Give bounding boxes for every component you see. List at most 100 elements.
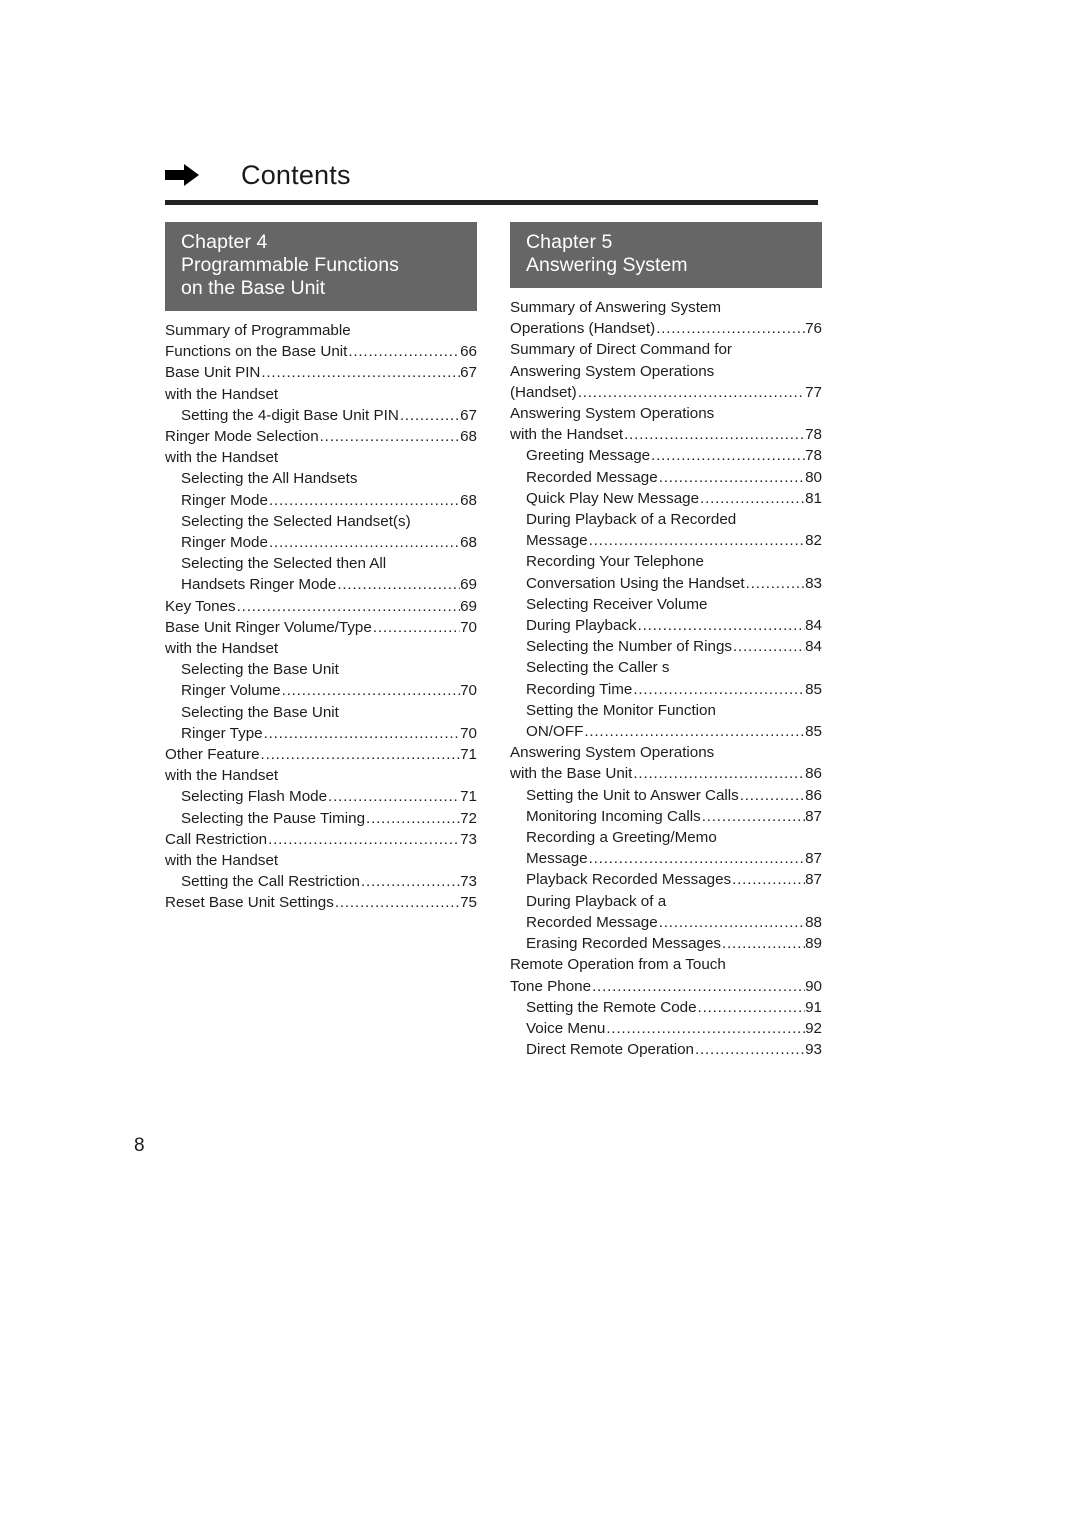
toc-entry[interactable]: Ringer Mode Selection...................… [165,426,477,447]
toc-entry[interactable]: Selecting Flash Mode....................… [165,786,477,807]
toc-entry[interactable]: with the Base Unit......................… [510,763,822,784]
toc-entry[interactable]: with the Handset........................… [510,424,822,445]
toc-entry-label: Recording Your Telephone [526,553,704,571]
toc-entry[interactable]: Summary of Programmable.................… [165,320,477,341]
toc-entry[interactable]: with the Handset........................… [165,638,477,659]
toc-entry[interactable]: During Playback of a....................… [510,891,822,912]
toc-entry-page-number: 85 [805,680,822,698]
toc-entry-page-number: 82 [805,532,822,550]
toc-entry[interactable]: Selecting the All Handsets..............… [165,468,477,489]
toc-entry[interactable]: Playback Recorded Messages..............… [510,869,822,890]
toc-entry[interactable]: with the Handset........................… [165,384,477,405]
toc-entry-label: Ringer Volume [181,682,281,700]
chapter-label-5: Chapter [526,231,597,253]
toc-entry[interactable]: Erasing Recorded Messages...............… [510,933,822,954]
toc-entry[interactable]: Direct Remote Operation.................… [510,1039,822,1060]
toc-entry[interactable]: Answering System Operations.............… [510,742,822,763]
toc-entry-page-number: 67 [460,364,477,382]
toc-entry-page-number: 78 [805,426,822,444]
toc-entry[interactable]: Call Restriction........................… [165,829,477,850]
toc-entry[interactable]: Functions on the Base Unit..............… [165,341,477,362]
toc-entry[interactable]: Selecting Receiver Volume...............… [510,594,822,615]
toc-entry[interactable]: Setting the 4-digit Base Unit PIN.......… [165,405,477,426]
toc-entry[interactable]: Remote Operation from a Touch...........… [510,954,822,975]
toc-entry[interactable]: Message.................................… [510,848,822,869]
toc-entry[interactable]: Monitoring Incoming Calls...............… [510,806,822,827]
toc-entry[interactable]: Voice Menu..............................… [510,1018,822,1039]
toc-entry[interactable]: Base Unit Ringer Volume/Type............… [165,617,477,638]
chapter-number-5: 5 [601,231,613,253]
toc-entry[interactable]: Base Unit PIN...........................… [165,362,477,383]
toc-entry-label: Answering System Operations [510,362,715,380]
toc-entry[interactable]: Selecting the Pause Timing..............… [165,808,477,829]
toc-entry[interactable]: Answering System Operations.............… [510,403,822,424]
toc-entry-label: Recorded Message [526,468,658,486]
toc-entry[interactable]: Summary of Direct Command for...........… [510,339,822,360]
toc-entry[interactable]: Setting the Unit to Answer Calls........… [510,785,822,806]
toc-entry[interactable]: Ringer Volume...........................… [165,680,477,701]
toc-entry[interactable]: Quick Play New Message..................… [510,488,822,509]
toc-entry[interactable]: Recording Time..........................… [510,679,822,700]
toc-entry[interactable]: Message.................................… [510,530,822,551]
toc-entry-page-number: 68 [460,491,477,509]
toc-entry[interactable]: Conversation Using the Handset..........… [510,573,822,594]
toc-entry[interactable]: Reset Base Unit Settings................… [165,892,477,913]
toc-entry[interactable]: Key Tones...............................… [165,596,477,617]
toc-entry[interactable]: Ringer Mode.............................… [165,490,477,511]
toc-entry[interactable]: Selecting the Caller s..................… [510,657,822,678]
toc-entry-leader-dots: ........................................… [348,343,460,361]
toc-entry[interactable]: Ringer Type.............................… [165,723,477,744]
toc-entry-page-number: 84 [805,638,822,656]
toc-entry-label: Recording a Greeting/Memo [526,829,717,847]
toc-entry-label: Erasing Recorded Messages [526,935,722,953]
toc-entry-label: Base Unit Ringer Volume/Type [165,618,372,636]
toc-entry-page-number: 66 [460,343,477,361]
right-arrow-icon [165,164,199,186]
toc-entry[interactable]: (Handset)...............................… [510,382,822,403]
toc-entry-page-number: 78 [805,447,822,465]
toc-entry-label: Setting the 4-digit Base Unit PIN [181,406,399,424]
toc-entry[interactable]: Operations (Handset)....................… [510,318,822,339]
toc-entry[interactable]: Setting the Monitor Function............… [510,700,822,721]
toc-entry[interactable]: Selecting the Selected Handset(s).......… [165,511,477,532]
contents-columns: Chapter 4 Programmable Functions on the … [165,222,822,1060]
toc-entry[interactable]: Selecting the Base Unit.................… [165,702,477,723]
toc-entry[interactable]: Other Feature...........................… [165,744,477,765]
toc-entry[interactable]: Recorded Message........................… [510,467,822,488]
toc-entry-page-number: 76 [805,320,822,338]
toc-entry[interactable]: During Playback of a Recorded...........… [510,509,822,530]
toc-entry[interactable]: Selecting the Base Unit.................… [165,659,477,680]
toc-entry-page-number: 77 [805,383,822,401]
toc-entry-page-number: 70 [460,724,477,742]
toc-entry[interactable]: ON/OFF..................................… [510,721,822,742]
toc-entry[interactable]: Answering System Operations.............… [510,361,822,382]
toc-entry[interactable]: with the Handset........................… [165,447,477,468]
toc-entry[interactable]: Recording Your Telephone................… [510,551,822,572]
toc-entry-leader-dots: ........................................… [592,977,806,995]
toc-entry[interactable]: Tone Phone..............................… [510,976,822,997]
toc-entry-page-number: 91 [805,998,822,1016]
toc-entry[interactable]: During Playback.........................… [510,615,822,636]
toc-entry[interactable]: Recorded Message........................… [510,912,822,933]
toc-entry-label: Ringer Mode Selection [165,428,319,446]
toc-entry-leader-dots: ........................................… [606,1019,805,1037]
toc-entry[interactable]: Summary of Answering System.............… [510,297,822,318]
toc-entry-label: with the Handset [165,852,279,870]
toc-entry[interactable]: Greeting Message........................… [510,445,822,466]
toc-entry-page-number: 84 [805,617,822,635]
toc-entry[interactable]: Recording a Greeting/Memo...............… [510,827,822,848]
toc-entry-label: Operations (Handset) [510,320,656,338]
toc-entry[interactable]: with the Handset........................… [165,765,477,786]
toc-entry-leader-dots: ........................................… [334,894,461,912]
toc-entry[interactable]: Selecting the Selected then All.........… [165,553,477,574]
toc-entry-leader-dots: ........................................… [268,830,460,848]
toc-entry-label: Recorded Message [526,913,658,931]
toc-entry[interactable]: Selecting the Number of Rings...........… [510,636,822,657]
toc-entry[interactable]: Setting the Call Restriction............… [165,871,477,892]
toc-entry-label: Playback Recorded Messages [526,871,732,889]
toc-entry[interactable]: with the Handset........................… [165,850,477,871]
toc-entry[interactable]: Ringer Mode.............................… [165,532,477,553]
toc-entry[interactable]: Handsets Ringer Mode....................… [165,574,477,595]
toc-entry-label: Ringer Mode [181,534,268,552]
toc-entry[interactable]: Setting the Remote Code.................… [510,997,822,1018]
